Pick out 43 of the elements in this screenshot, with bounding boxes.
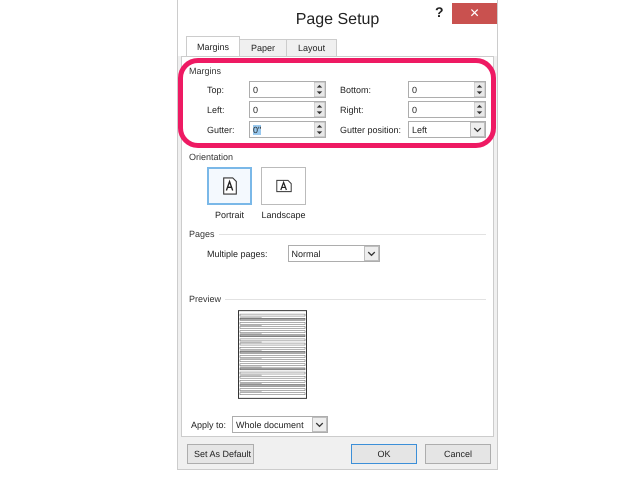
field-label: Bottom: — [340, 84, 372, 94]
field-label: Multiple pages: — [207, 248, 268, 258]
spin-arrows-icon[interactable] — [314, 102, 325, 117]
tab[interactable]: Paper — [239, 39, 288, 56]
dropdown-field[interactable]: Normal — [288, 245, 380, 262]
chevron-down-icon[interactable] — [364, 246, 379, 261]
help-button[interactable]: ? — [435, 4, 444, 20]
landscape-page-icon — [276, 177, 292, 195]
dialog-button[interactable]: Set As Default — [187, 444, 254, 464]
orientation-button[interactable] — [261, 167, 306, 205]
dialog-button[interactable]: OK — [351, 444, 417, 464]
field-label: Apply to: — [191, 420, 226, 430]
spin-arrows-icon[interactable] — [474, 102, 485, 117]
spin-field[interactable]: 0 — [249, 81, 326, 98]
group-label: Preview — [189, 294, 222, 304]
tab[interactable]: Layout — [286, 39, 338, 56]
close-button[interactable]: × — [452, 3, 497, 24]
orientation-button[interactable] — [207, 167, 252, 205]
field-label: Left: — [207, 104, 226, 114]
field-label: Right: — [340, 104, 365, 114]
dropdown-field[interactable]: Left — [408, 121, 486, 138]
tab[interactable]: Margins — [186, 36, 240, 56]
dialog-button[interactable]: Cancel — [425, 444, 491, 464]
group-label: Margins — [189, 66, 222, 76]
group-label: Orientation — [189, 152, 234, 162]
portrait-page-icon — [222, 177, 238, 195]
spin-field[interactable]: 0 — [408, 101, 486, 118]
chevron-down-icon[interactable] — [470, 122, 485, 137]
spin-arrows-icon[interactable] — [474, 82, 485, 97]
dropdown-field[interactable]: Whole document — [232, 416, 328, 433]
field-label: Gutter: — [207, 124, 236, 134]
spin-field[interactable]: 0 — [249, 101, 326, 118]
spin-arrows-icon[interactable] — [314, 82, 325, 97]
window-title: Page Setup — [296, 11, 380, 29]
chevron-down-icon[interactable] — [312, 417, 328, 432]
field-label: Gutter position: — [340, 124, 402, 134]
orientation-label: Portrait — [214, 210, 244, 220]
spin-field[interactable]: 0" — [249, 121, 326, 138]
group-label: Pages — [189, 229, 215, 239]
spin-field[interactable]: 0 — [408, 81, 486, 98]
orientation-label: Landscape — [261, 210, 306, 220]
spin-arrows-icon[interactable] — [314, 122, 325, 137]
field-label: Top: — [207, 84, 226, 94]
